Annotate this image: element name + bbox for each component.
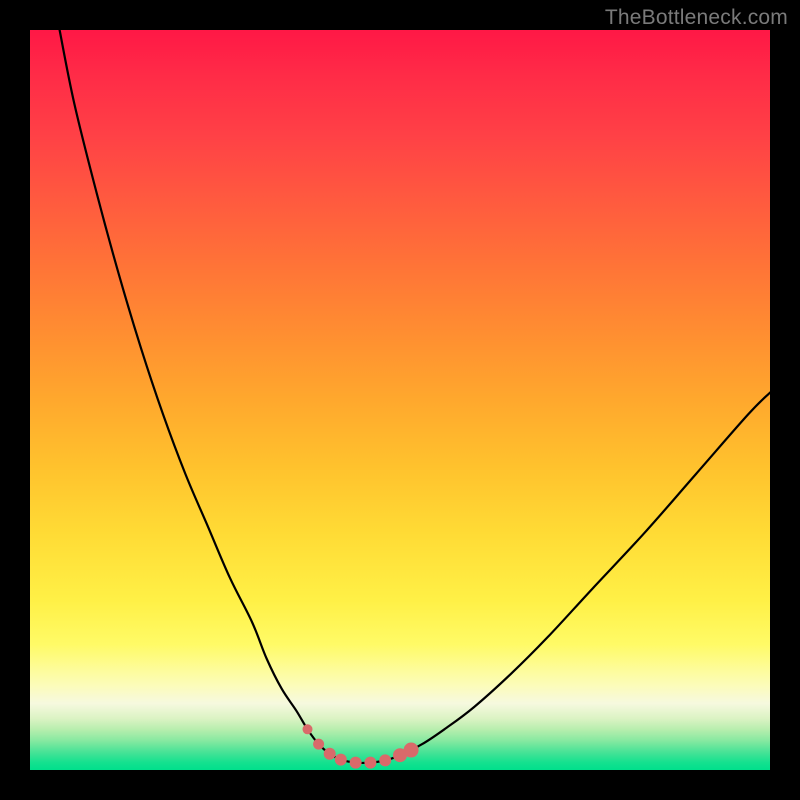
watermark-text: TheBottleneck.com <box>605 6 788 30</box>
plot-area <box>30 30 770 770</box>
optimal-marker <box>313 739 324 750</box>
optimal-range-markers <box>303 724 419 768</box>
optimal-marker <box>335 754 347 766</box>
optimal-marker <box>303 724 313 734</box>
optimal-marker <box>350 757 362 769</box>
optimal-marker <box>324 748 336 760</box>
chart-frame: TheBottleneck.com <box>0 0 800 800</box>
bottleneck-curve <box>60 30 770 763</box>
optimal-marker <box>379 754 391 766</box>
optimal-marker <box>364 757 376 769</box>
optimal-marker <box>404 743 419 758</box>
chart-svg <box>30 30 770 770</box>
